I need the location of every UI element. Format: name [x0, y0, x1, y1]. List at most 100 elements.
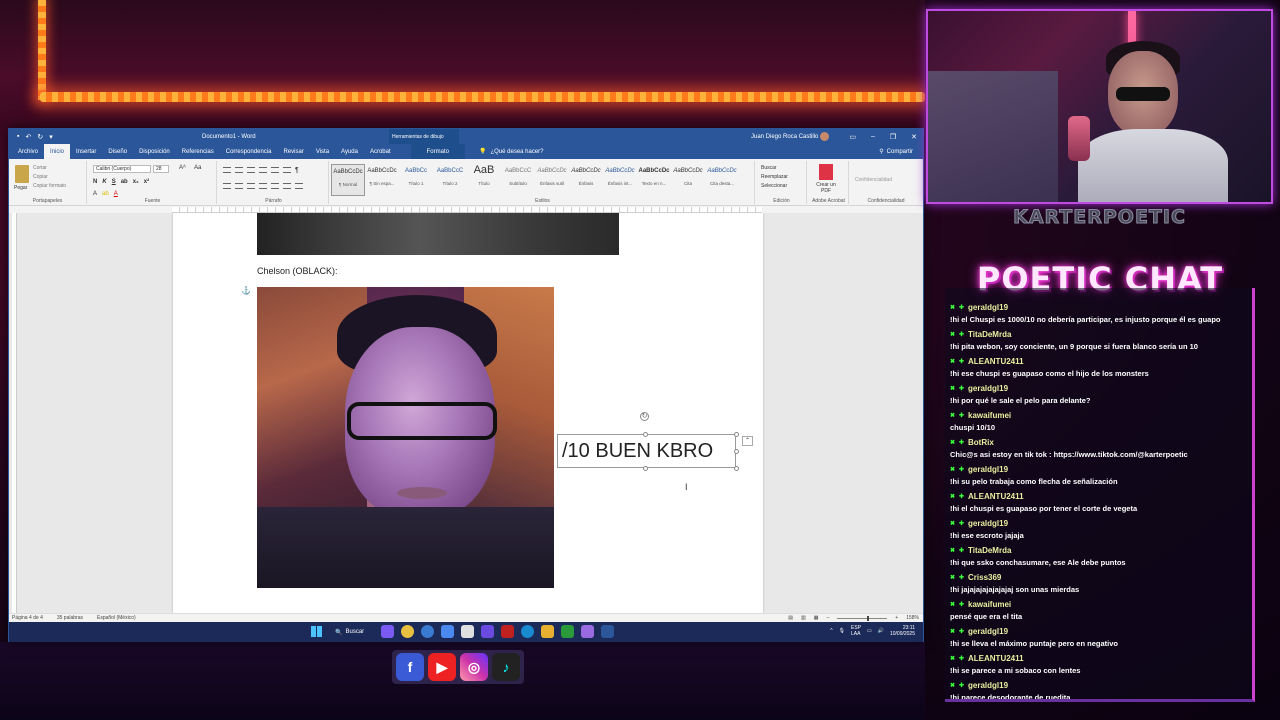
teams-icon[interactable] [481, 625, 494, 638]
align-right-icon[interactable] [247, 183, 255, 189]
tab-diseno[interactable]: Diseño [102, 144, 133, 159]
style-title[interactable]: AaB Título [467, 164, 501, 196]
chat-username[interactable]: TitaDeMrda [968, 330, 1011, 339]
chat-username[interactable]: geraldgl19 [968, 519, 1008, 528]
language-indicator[interactable]: Español (México) [97, 615, 136, 621]
resize-handle[interactable] [643, 432, 648, 437]
multilevel-list-icon[interactable] [247, 167, 255, 173]
find-button[interactable]: Buscar [761, 164, 788, 173]
cut-button[interactable]: Cortar [33, 164, 66, 173]
style-intense-quote[interactable]: AaBbCcDc Cita desta... [705, 164, 739, 196]
chat-username[interactable]: kawaifumei [968, 600, 1011, 609]
print-layout-icon[interactable]: ▥ [801, 615, 806, 621]
game-icon[interactable] [561, 625, 574, 638]
style-intense-emphasis[interactable]: AaBbCcDc Énfasis int... [603, 164, 637, 196]
tell-me-search[interactable]: 💡 ¿Qué desea hacer? [479, 144, 544, 159]
text-box[interactable]: /10 BUEN KBRO [557, 434, 736, 468]
zoom-level[interactable]: 158% [906, 615, 919, 621]
chat-username[interactable]: BotRix [968, 438, 994, 447]
style-quote[interactable]: AaBbCcDc Cita [671, 164, 705, 196]
resize-handle[interactable] [734, 432, 739, 437]
tab-formato[interactable]: Formato [410, 144, 465, 159]
restore-icon[interactable]: ❐ [890, 133, 896, 141]
vertical-ruler[interactable] [12, 213, 17, 613]
format-painter-button[interactable]: Copiar formato [33, 182, 66, 191]
chrome-icon[interactable] [401, 625, 414, 638]
word-icon[interactable] [601, 625, 614, 638]
tab-acrobat[interactable]: Acrobat [364, 144, 397, 159]
text-effects-icon[interactable]: A [93, 191, 97, 197]
web-layout-icon[interactable]: ▦ [814, 615, 819, 621]
align-center-icon[interactable] [235, 183, 243, 189]
previous-image[interactable] [257, 213, 619, 255]
media-icon[interactable] [501, 625, 514, 638]
language-label[interactable]: ESP LAA [851, 625, 861, 637]
resize-handle[interactable] [734, 466, 739, 471]
chat-username[interactable]: geraldgl19 [968, 303, 1008, 312]
word-count[interactable]: 35 palabras [57, 615, 83, 621]
widgets-icon[interactable] [381, 625, 394, 638]
chat-username[interactable]: ALEANTU2411 [968, 357, 1024, 366]
user-name[interactable]: Juan Diego Roca Castillo [751, 134, 818, 140]
change-case-icon[interactable]: Aa [194, 165, 201, 171]
font-size-select[interactable]: 28 [153, 165, 169, 173]
decrease-indent-icon[interactable] [259, 167, 267, 173]
app2-icon[interactable] [581, 625, 594, 638]
style-subtle-emphasis[interactable]: AaBbCcDc Énfasis sutil [535, 164, 569, 196]
justify-icon[interactable] [259, 183, 267, 189]
zoom-out-icon[interactable]: – [827, 615, 830, 621]
select-button[interactable]: Seleccionar [761, 182, 788, 191]
font-color-icon[interactable]: A [114, 191, 118, 197]
italic-icon[interactable]: K [102, 179, 106, 185]
taskbar-search[interactable]: 🔍 Buscar [335, 626, 364, 638]
network-icon[interactable]: ▭ [867, 628, 872, 634]
undo-icon[interactable]: ↶ [25, 133, 31, 141]
subscript-icon[interactable]: x₂ [133, 179, 139, 185]
save-icon[interactable]: ▪ [17, 133, 19, 141]
inserted-photo[interactable] [257, 287, 554, 588]
chat-username[interactable]: geraldgl19 [968, 627, 1008, 636]
minimize-icon[interactable]: – [871, 133, 875, 141]
app-icon[interactable] [441, 625, 454, 638]
tab-disposicion[interactable]: Disposición [133, 144, 176, 159]
page-count[interactable]: Página 4 de 4 [12, 615, 43, 621]
chevron-up-icon[interactable]: ^ [830, 628, 832, 634]
layout-options-icon[interactable]: ⌃ [742, 436, 753, 446]
store-icon[interactable] [461, 625, 474, 638]
zoom-in-icon[interactable]: + [895, 615, 898, 621]
chat-username[interactable]: Criss369 [968, 573, 1001, 582]
bullets-icon[interactable] [223, 167, 231, 173]
style-no-spacing[interactable]: AaBbCcDc ¶ Sin espa... [365, 164, 399, 196]
grow-font-icon[interactable]: Aᴬ [179, 165, 186, 171]
avatar[interactable] [820, 132, 829, 141]
underline-icon[interactable]: S [112, 179, 116, 185]
chat-username[interactable]: kawaifumei [968, 411, 1011, 420]
windows-start-icon[interactable] [311, 626, 322, 637]
tab-referencias[interactable]: Referencias [176, 144, 220, 159]
clock[interactable]: 23:11 10/09/2025 [890, 625, 915, 637]
replace-button[interactable]: Reemplazar [761, 173, 788, 182]
document-page[interactable]: Chelson (OBLACK): ⚓ ↻ /10 BUEN KBRO ⌃ I [173, 213, 763, 613]
align-left-icon[interactable] [223, 183, 231, 189]
show-marks-icon[interactable]: ¶ [295, 167, 299, 174]
style-emphasis[interactable]: AaBbCcDc Énfasis [569, 164, 603, 196]
shading-icon[interactable] [283, 183, 291, 189]
style-subtitle[interactable]: AaBbCcC Subtítulo [501, 164, 535, 196]
confidentiality-button[interactable]: Confidencialidad [855, 177, 892, 183]
copy-button[interactable]: Copiar [33, 173, 66, 182]
font-name-select[interactable]: Calibri (Cuerpo) [93, 165, 151, 173]
redo-icon[interactable]: ↻ [37, 133, 43, 141]
style-heading-2[interactable]: AaBbCcC Título 2 [433, 164, 467, 196]
tab-insertar[interactable]: Insertar [70, 144, 102, 159]
highlight-icon[interactable]: ab [102, 191, 109, 197]
chat-username[interactable]: ALEANTU2411 [968, 654, 1024, 663]
borders-icon[interactable] [295, 183, 303, 189]
tab-inicio[interactable]: Inicio [44, 144, 71, 159]
tab-revisar[interactable]: Revisar [277, 144, 309, 159]
pdf-icon[interactable] [819, 164, 833, 180]
rotate-handle-icon[interactable]: ↻ [640, 412, 649, 421]
tab-vista[interactable]: Vista [310, 144, 335, 159]
tab-ayuda[interactable]: Ayuda [335, 144, 364, 159]
browser-icon[interactable] [421, 625, 434, 638]
microphone-icon[interactable]: 🎙 [839, 628, 845, 634]
